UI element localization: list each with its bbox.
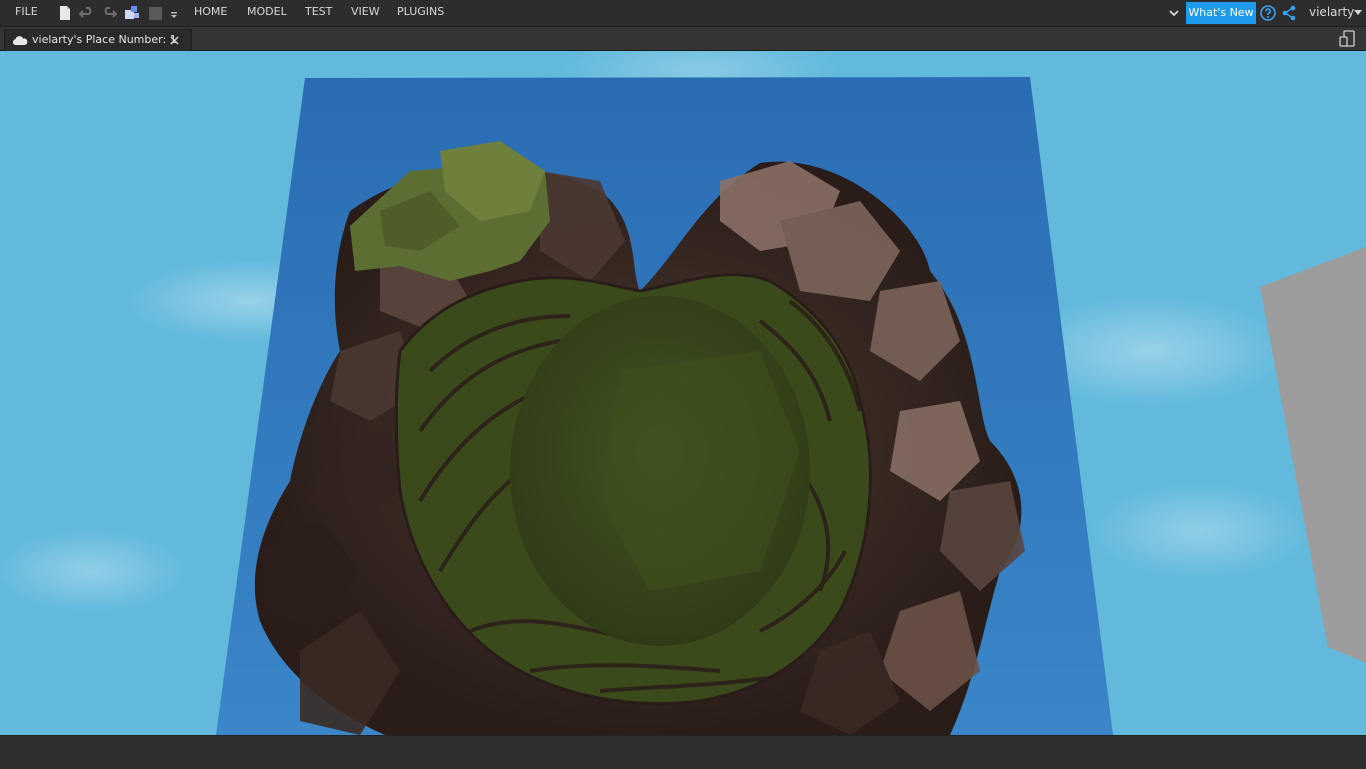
close-tab-icon[interactable] bbox=[170, 36, 179, 45]
document-tab-bar: vielarty's Place Number: 1 bbox=[0, 27, 1366, 51]
stop-icon[interactable] bbox=[148, 5, 164, 21]
undo-icon[interactable] bbox=[79, 5, 95, 21]
tab-plugins[interactable]: PLUGINS bbox=[397, 0, 444, 26]
help-icon[interactable] bbox=[1260, 5, 1276, 21]
customize-dropdown-icon[interactable] bbox=[168, 5, 180, 21]
tab-view[interactable]: VIEW bbox=[351, 0, 380, 26]
tab-home[interactable]: HOME bbox=[194, 0, 227, 26]
redo-icon[interactable] bbox=[101, 5, 117, 21]
plugin-icon[interactable] bbox=[124, 5, 140, 21]
tab-test[interactable]: TEST bbox=[305, 0, 332, 26]
menu-bar: FILE HOME MODEL TEST VIEW PLUGINS What's… bbox=[0, 0, 1366, 27]
whats-new-button[interactable]: What's New bbox=[1186, 2, 1256, 24]
3d-viewport[interactable] bbox=[0, 51, 1366, 735]
status-bar bbox=[0, 735, 1366, 769]
user-dropdown-icon[interactable] bbox=[1354, 10, 1362, 16]
cloud-icon bbox=[12, 36, 28, 45]
share-icon[interactable] bbox=[1281, 5, 1297, 21]
new-file-icon[interactable] bbox=[57, 5, 73, 21]
side-part bbox=[1260, 247, 1366, 663]
document-tab-title: vielarty's Place Number: 1 bbox=[32, 33, 177, 46]
document-tab[interactable]: vielarty's Place Number: 1 bbox=[4, 29, 192, 51]
expand-ribbon-chevron-icon[interactable] bbox=[1169, 8, 1179, 18]
user-menu[interactable]: vielarty bbox=[1309, 0, 1354, 26]
scene bbox=[216, 77, 1366, 735]
file-menu[interactable]: FILE bbox=[15, 0, 38, 26]
device-emulator-icon[interactable] bbox=[1339, 30, 1357, 47]
tab-model[interactable]: MODEL bbox=[247, 0, 287, 26]
